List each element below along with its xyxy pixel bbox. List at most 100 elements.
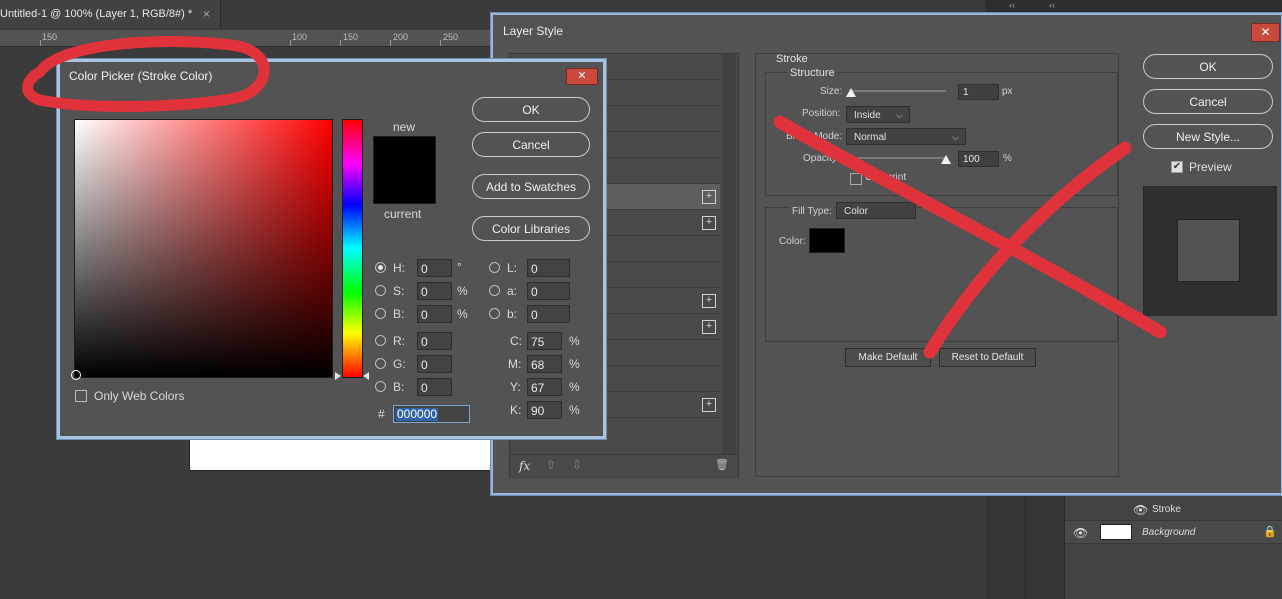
percent-unit: % [569,357,580,371]
document-tab[interactable]: Untitled-1 @ 100% (Layer 1, RGB/8#) * × [0,0,221,28]
color-libraries-button[interactable]: Color Libraries [472,216,590,241]
move-up-icon[interactable]: ⇧ [546,458,556,472]
ruler-tick [340,40,341,46]
yellow-label: Y: [510,380,521,394]
hue-slider[interactable] [342,119,363,378]
close-icon[interactable]: ✕ [566,68,598,85]
size-slider-thumb[interactable] [846,88,856,97]
red-field[interactable]: 0 [417,332,452,350]
eye-icon[interactable]: 👁 [1073,526,1088,540]
add-icon[interactable]: + [702,320,716,334]
close-icon[interactable]: ✕ [1251,23,1280,42]
black-field[interactable]: 90 [527,401,562,419]
ruler-tick [40,40,41,46]
add-to-swatches-button[interactable]: Add to Swatches [472,174,590,199]
add-icon[interactable]: + [702,190,716,204]
cancel-button[interactable]: Cancel [472,132,590,157]
hex-value: 000000 [396,407,439,421]
magenta-label: M: [508,357,522,371]
layer-style-titlebar[interactable]: Layer Style ✕ [493,15,1281,45]
list-scrollbar[interactable] [722,54,736,462]
blend-mode-label: Blend Mode: [786,131,843,142]
cancel-button[interactable]: Cancel [1143,89,1273,114]
reset-to-default-button[interactable]: Reset to Default [939,348,1036,367]
hex-field[interactable]: 000000 [393,405,470,423]
green-field[interactable]: 0 [417,355,452,373]
collapse-icon[interactable]: ‹‹ [1049,0,1055,10]
size-field[interactable]: 1 [958,84,999,100]
ruler-label: 100 [292,32,308,42]
ok-button[interactable]: OK [1143,54,1273,79]
add-icon[interactable]: + [702,216,716,230]
styles-list-toolbar: fx ⇧ ⇩ 🗑 [510,454,738,479]
stroke-settings-panel: Stroke Structure Size: 1 px Position: In… [755,53,1119,477]
blue-field[interactable]: 0 [417,378,452,396]
trash-icon[interactable]: 🗑 [715,458,729,471]
hue-field[interactable]: 0 [417,259,452,277]
color-field-marker[interactable] [71,370,81,380]
hue-radio[interactable] [375,262,386,273]
brightness-field[interactable]: 0 [417,305,452,323]
layer-effect-row[interactable]: 👁 Stroke [1065,498,1282,521]
document-canvas[interactable] [189,436,493,471]
move-down-icon[interactable]: ⇩ [572,458,582,472]
lab-a-field[interactable]: 0 [527,282,570,300]
lab-b-radio[interactable] [489,308,500,319]
current-color-swatch[interactable] [373,169,436,204]
lab-a-radio[interactable] [489,285,500,296]
magenta-field[interactable]: 68 [527,355,562,373]
ruler-label: 150 [42,32,58,42]
lab-l-radio[interactable] [489,262,500,273]
layer-thumbnail [1100,524,1132,540]
dialog-title: Color Picker (Stroke Color) [69,69,213,83]
saturation-radio[interactable] [375,285,386,296]
hue-slider-left-arrow[interactable] [335,372,341,380]
lab-l-field[interactable]: 0 [527,259,570,277]
brightness-radio[interactable] [375,308,386,319]
dock-column [1026,495,1065,599]
new-style-button[interactable]: New Style... [1143,124,1273,149]
opacity-field[interactable]: 100 [958,151,999,167]
make-default-button[interactable]: Make Default [845,348,931,367]
structure-group: Structure Size: 1 px Position: Inside ⌵ … [765,67,1118,196]
only-web-colors-checkbox[interactable] [75,390,87,402]
hue-unit: ° [457,260,462,274]
color-field[interactable] [71,119,333,380]
hex-label: # [378,407,385,421]
saturation-field[interactable]: 0 [417,282,452,300]
layer-row-background[interactable]: 👁 Background 🔒 [1065,521,1282,544]
hue-slider-right-arrow[interactable] [363,372,369,380]
fill-type-value: Color [844,206,868,217]
stroke-color-swatch[interactable] [809,228,845,253]
preview-checkbox[interactable]: ✔ [1171,161,1183,173]
blend-mode-select[interactable]: Normal ⌵ [846,128,966,145]
green-radio[interactable] [375,358,386,369]
dock-column [985,495,1026,599]
overprint-checkbox[interactable] [850,173,862,185]
add-icon[interactable]: + [702,398,716,412]
lab-b-field[interactable]: 0 [527,305,570,323]
blue-radio[interactable] [375,381,386,392]
layer-effect-name: Stroke [1152,504,1181,515]
collapse-icon[interactable]: ‹‹ [1009,0,1015,10]
add-icon[interactable]: + [702,294,716,308]
fx-icon[interactable]: fx [519,459,530,473]
opacity-slider-thumb[interactable] [941,155,951,164]
fill-type-select[interactable]: Color [836,202,916,219]
new-color-swatch [373,136,436,170]
cyan-field[interactable]: 75 [527,332,562,350]
red-radio[interactable] [375,335,386,346]
size-unit: px [1002,86,1013,97]
position-label: Position: [802,108,841,119]
opacity-unit: % [1003,153,1012,164]
opacity-slider[interactable] [850,157,946,159]
eye-icon[interactable]: 👁 [1133,503,1148,517]
yellow-field[interactable]: 67 [527,378,562,396]
ok-button[interactable]: OK [472,97,590,122]
lock-icon: 🔒 [1263,526,1277,538]
position-select[interactable]: Inside ⌵ [846,106,910,123]
saturation-label: S: [393,284,405,298]
size-slider[interactable] [850,90,946,92]
close-tab-icon[interactable]: × [203,7,210,21]
layer-style-dialog: Layer Style ✕ + + + + + fx ⇧ ⇩ 🗑 Stroke … [490,12,1282,496]
